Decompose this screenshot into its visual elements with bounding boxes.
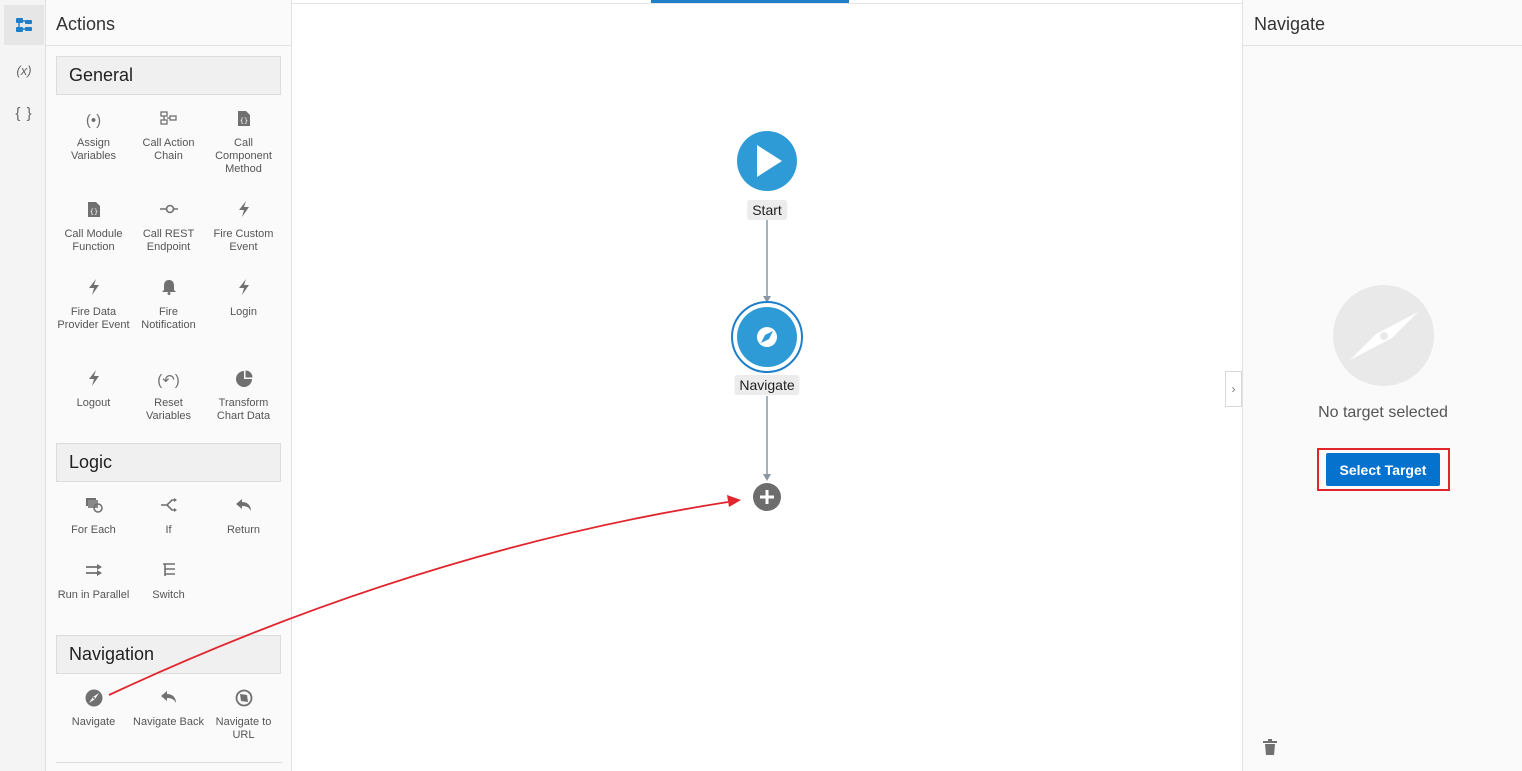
tile-call-module-function[interactable]: {} Call Module Function: [56, 201, 131, 254]
empty-state-text: No target selected: [1318, 404, 1448, 421]
tile-assign-variables[interactable]: (•) Assign Variables: [56, 110, 131, 163]
tile-label: Return: [226, 524, 261, 536]
left-rail: (x) { }: [0, 0, 46, 771]
braces-icon: { }: [15, 104, 33, 122]
tile-fire-notification[interactable]: Fire Notification: [131, 279, 206, 332]
svg-text:{}: {}: [89, 208, 97, 216]
tile-navigate-to-url[interactable]: Navigate to URL: [206, 689, 281, 742]
tile-run-in-parallel[interactable]: Run in Parallel: [56, 562, 131, 602]
tile-fire-data-provider-event[interactable]: Fire Data Provider Event: [56, 279, 131, 332]
action-chain-icon: [131, 110, 206, 132]
rail-action-chain-button[interactable]: [4, 5, 44, 45]
properties-title: Navigate: [1254, 14, 1326, 34]
tile-label: Navigate Back: [133, 716, 204, 728]
connector-arrowhead: [763, 474, 771, 481]
pie-chart-icon: [206, 370, 281, 392]
trash-icon[interactable]: [1263, 739, 1277, 760]
compass-icon: [56, 689, 131, 711]
bell-icon: [131, 279, 206, 301]
lightning-icon: [56, 279, 131, 301]
tile-label: Run in Parallel: [57, 589, 130, 601]
variables-icon: (x): [16, 62, 32, 78]
tile-call-rest-endpoint[interactable]: Call REST Endpoint: [131, 201, 206, 254]
tile-label: Fire Custom Event: [213, 228, 274, 253]
tile-label: Transform Chart Data: [216, 397, 271, 422]
assign-variables-icon: (•): [85, 112, 102, 129]
actions-panel: Actions General (•) Assign Variables Cal…: [46, 0, 292, 771]
globe-icon: [206, 689, 281, 711]
tile-label: Navigate to URL: [215, 716, 272, 741]
tile-label: If: [165, 524, 172, 536]
module-function-icon: {}: [56, 201, 131, 223]
tile-label: Call Action Chain: [142, 137, 195, 162]
tile-return[interactable]: Return: [206, 497, 281, 537]
tile-logout[interactable]: Logout: [56, 370, 131, 410]
tile-fire-custom-event[interactable]: Fire Custom Event: [206, 201, 281, 254]
rail-variables-button[interactable]: (x): [4, 50, 44, 90]
tile-transform-chart-data[interactable]: Transform Chart Data: [206, 370, 281, 423]
start-node[interactable]: [737, 131, 797, 191]
lightning-icon: [206, 279, 281, 301]
start-node-label: Start: [747, 200, 787, 220]
tile-label: For Each: [71, 524, 116, 536]
tile-label: Call Component Method: [215, 137, 272, 175]
lightning-icon: [206, 201, 281, 223]
tile-call-component-method[interactable]: {} Call Component Method: [206, 110, 281, 176]
parallel-icon: [56, 562, 131, 584]
tile-label: Assign Variables: [70, 137, 117, 162]
tile-label: Switch: [152, 589, 185, 601]
section-general[interactable]: General: [56, 56, 281, 95]
properties-divider: [1243, 45, 1522, 46]
app-window: (x) { } Actions General (•) Assign Varia…: [0, 0, 1522, 771]
tile-navigate-back[interactable]: Navigate Back: [131, 689, 206, 729]
empty-state-illustration: [1333, 285, 1434, 386]
tile-call-action-chain[interactable]: Call Action Chain: [131, 110, 206, 163]
return-icon: [206, 497, 281, 519]
reset-variables-icon: (↶): [157, 372, 180, 389]
back-arrow-icon: [131, 689, 206, 711]
select-target-button[interactable]: Select Target: [1326, 453, 1440, 486]
tile-login[interactable]: Login: [206, 279, 281, 319]
tile-label: Call Module Function: [64, 228, 123, 253]
action-chain-canvas: Start Navigate: [292, 0, 1242, 771]
actions-title: Actions: [56, 14, 116, 34]
tile-label: Navigate: [71, 716, 116, 728]
tile-switch[interactable]: Switch: [131, 562, 206, 602]
lightning-icon: [56, 370, 131, 392]
rest-endpoint-icon: [131, 201, 206, 223]
tile-label: Logout: [76, 397, 111, 409]
section-navigation[interactable]: Navigation: [56, 635, 281, 674]
tile-navigate[interactable]: Navigate: [56, 689, 131, 729]
tile-if[interactable]: If: [131, 497, 206, 537]
actions-divider: [46, 45, 291, 46]
tile-for-each[interactable]: For Each: [56, 497, 131, 537]
properties-panel: Navigate No target selected Select Targe…: [1242, 0, 1522, 771]
tile-label: Reset Variables: [145, 397, 192, 422]
if-icon: [131, 497, 206, 519]
tile-reset-variables[interactable]: (↶) Reset Variables: [131, 370, 206, 423]
tile-label: Fire Data Provider Event: [57, 306, 130, 331]
chevron-right-icon: ›: [1231, 382, 1236, 396]
add-action-button[interactable]: [753, 483, 781, 511]
tile-label: Fire Notification: [141, 306, 196, 331]
navigate-node-label: Navigate: [734, 375, 800, 395]
compass-icon: [1349, 311, 1418, 360]
svg-text:{}: {}: [239, 117, 247, 125]
tile-label: Login: [230, 306, 257, 318]
collapse-properties-handle[interactable]: ›: [1225, 371, 1242, 407]
for-each-icon: [56, 497, 131, 519]
switch-icon: [131, 562, 206, 584]
component-method-icon: {}: [206, 110, 281, 132]
panel-bottom-divider: [56, 762, 282, 763]
rail-json-button[interactable]: { }: [4, 93, 44, 133]
action-chain-icon: [16, 18, 32, 32]
section-logic[interactable]: Logic: [56, 443, 281, 482]
tile-label: Call REST Endpoint: [142, 228, 195, 253]
navigate-node[interactable]: [731, 301, 803, 373]
